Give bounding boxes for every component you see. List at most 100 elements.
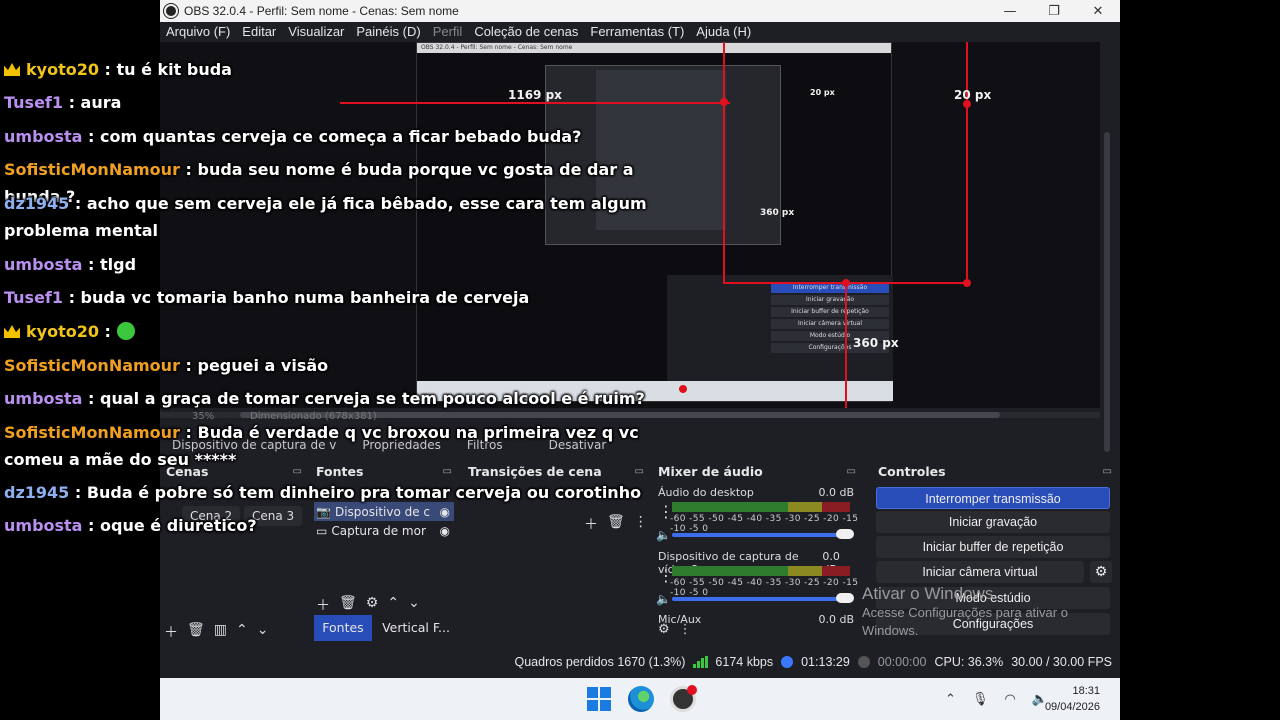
menu-perfil[interactable]: Perfil [427,22,469,42]
stream-status-icon [781,656,794,668]
measure-label-small: 20 px [810,88,835,97]
controls-header: Controles ▭ [872,462,1118,482]
fps: 30.00 / 30.00 FPS [1011,655,1112,669]
menu-colecao-cenas[interactable]: Coleção de cenas [468,22,584,42]
guide-vertical-right [966,42,968,284]
chat-username: Tusef1 [4,93,64,112]
chat-message: umbosta : qual a graça de tomar cerveja … [4,385,694,412]
channel-db: 0.0 dB [818,613,854,623]
volume-slider[interactable] [672,529,854,539]
chat-text: : tu é kit buda [98,60,232,79]
volume-meter [672,566,850,576]
obs-app-icon[interactable] [670,685,697,712]
move-down-icon[interactable]: ⌄ [257,622,269,642]
chat-text: : [98,322,111,341]
chat-username: dz1945 [4,483,70,502]
chat-text: : buda vc tomaria banho numa banheira de… [63,288,530,307]
bitrate: 6174 kbps [715,655,774,669]
title-bar: OBS 32.0.4 - Perfil: Sem nome - Cenas: S… [160,0,1120,22]
nested-control-2: Iniciar buffer de repetição [771,307,889,317]
nested-panels: Interromper transmissão Iniciar gravação… [667,275,893,385]
move-up-icon[interactable]: ⌃ [387,595,399,615]
speaker-icon[interactable]: 🔈 [656,592,671,606]
obs-logo-icon [164,4,178,18]
chat-message: SofisticMonNamour : Buda é verdade q vc … [4,419,694,473]
crown-badge-icon [4,63,20,76]
edge-browser-icon[interactable] [628,686,654,712]
move-down-icon[interactable]: ⌄ [408,595,420,615]
chat-message: umbosta : oque é diuretico? [4,512,694,539]
volume-meter [672,502,850,512]
microphone-icon[interactable]: 🎙 [972,692,989,707]
watermark-line2: Acesse Configurações para ativar o [862,605,1068,620]
chat-username: umbosta [4,127,83,146]
chat-username: SofisticMonNamour [4,356,180,375]
preview-vertical-scrollbar[interactable] [1104,132,1110,452]
tab-vertical[interactable]: Vertical F... [376,615,456,641]
measure-label-right-small: 360 px [760,208,795,218]
nested-control-0: Interromper transmissão [771,283,889,293]
record-status-icon [857,656,870,668]
guide-handle-4 [842,279,850,287]
menu-editar[interactable]: Editar [236,22,282,42]
wifi-icon[interactable]: ◠ [1004,692,1015,707]
nested-title: OBS 32.0.4 - Perfil: Sem nome - Cenas: S… [417,43,891,53]
start-replay-buffer-button[interactable]: Iniciar buffer de repetição [876,536,1110,558]
emote-icon [116,322,135,340]
chat-text: : acho que sem cerveja ele já fica bêbad… [4,194,647,240]
close-button[interactable]: ✕ [1076,4,1120,19]
trash-icon[interactable]: 🗑 [339,595,357,615]
screen: OBS 32.0.4 - Perfil: Sem nome - Cenas: S… [0,0,1280,720]
chat-username: Tusef1 [4,288,64,307]
chat-message: kyoto20 : [4,318,694,345]
guide-vertical-bottom [845,282,847,408]
trash-icon[interactable]: 🗑 [187,622,205,642]
filter-icon[interactable]: ▥ [214,622,227,642]
menu-arquivo[interactable]: Arquivo (F) [160,22,236,42]
start-recording-button[interactable]: Iniciar gravação [876,511,1110,533]
gear-icon[interactable]: ⚙ [1090,561,1112,583]
more-icon[interactable]: ⋮ [679,622,692,637]
menu-ferramentas[interactable]: Ferramentas (T) [584,22,690,42]
controls-title: Controles [878,464,946,479]
move-up-icon[interactable]: ⌃ [236,622,248,642]
sources-toolbar: ＋ 🗑 ⚙ ⌃ ⌄ [316,595,420,615]
nested-control-3: Iniciar câmera virtual [771,319,889,329]
guide-handle-3 [963,279,971,287]
windows-start-icon[interactable] [586,686,612,712]
measure-label-top: 20 px [954,88,992,102]
chat-message: Tusef1 : aura [4,89,694,116]
chat-username: umbosta [4,516,83,535]
add-icon[interactable]: ＋ [316,595,330,615]
crown-badge-icon [4,325,20,338]
meter-scale: -60 -55 -50 -45 -40 -35 -30 -25 -20 -15 … [670,578,859,598]
clock-time: 18:31 [1072,685,1100,697]
dropped-frames: Quadros perdidos 1670 (1.3%) [514,655,686,669]
minimize-button[interactable]: — [988,4,1032,19]
clock[interactable]: 18:31 09/04/2026 [1045,683,1100,715]
stop-stream-button[interactable]: Interromper transmissão [876,487,1110,509]
taskbar: ⌃ 🎙 ◠ 🔈 18:31 09/04/2026 [160,678,1120,720]
chat-message: kyoto20 : tu é kit buda [4,56,694,83]
chat-username: dz1945 [4,194,70,213]
start-virtual-camera-button[interactable]: Iniciar câmera virtual [876,561,1084,583]
chevron-up-icon[interactable]: ⌃ [945,692,956,707]
gear-icon[interactable]: ⚙ [366,595,379,615]
add-icon[interactable]: ＋ [164,622,178,642]
record-time: 00:00:00 [877,655,927,669]
meter-scale: -60 -55 -50 -45 -40 -35 -30 -25 -20 -15 … [670,514,859,534]
tab-fontes[interactable]: Fontes [314,615,372,641]
chat-username: kyoto20 [26,60,99,79]
menu-paineis[interactable]: Painéis (D) [350,22,426,42]
maximize-button[interactable]: ❐ [1032,4,1076,19]
chat-username: kyoto20 [26,322,99,341]
gear-icon[interactable]: ⚙ [658,622,670,637]
chat-text: : com quantas cerveja ce começa a ficar … [82,127,582,146]
dock-pin-icon[interactable]: ▭ [1103,462,1112,482]
chat-text: : aura [63,93,122,112]
volume-slider[interactable] [672,593,854,603]
dock-pin-icon[interactable]: ▭ [847,462,856,482]
cpu-usage: CPU: 36.3% [934,655,1004,669]
menu-ajuda[interactable]: Ajuda (H) [690,22,757,42]
menu-visualizar[interactable]: Visualizar [282,22,350,42]
